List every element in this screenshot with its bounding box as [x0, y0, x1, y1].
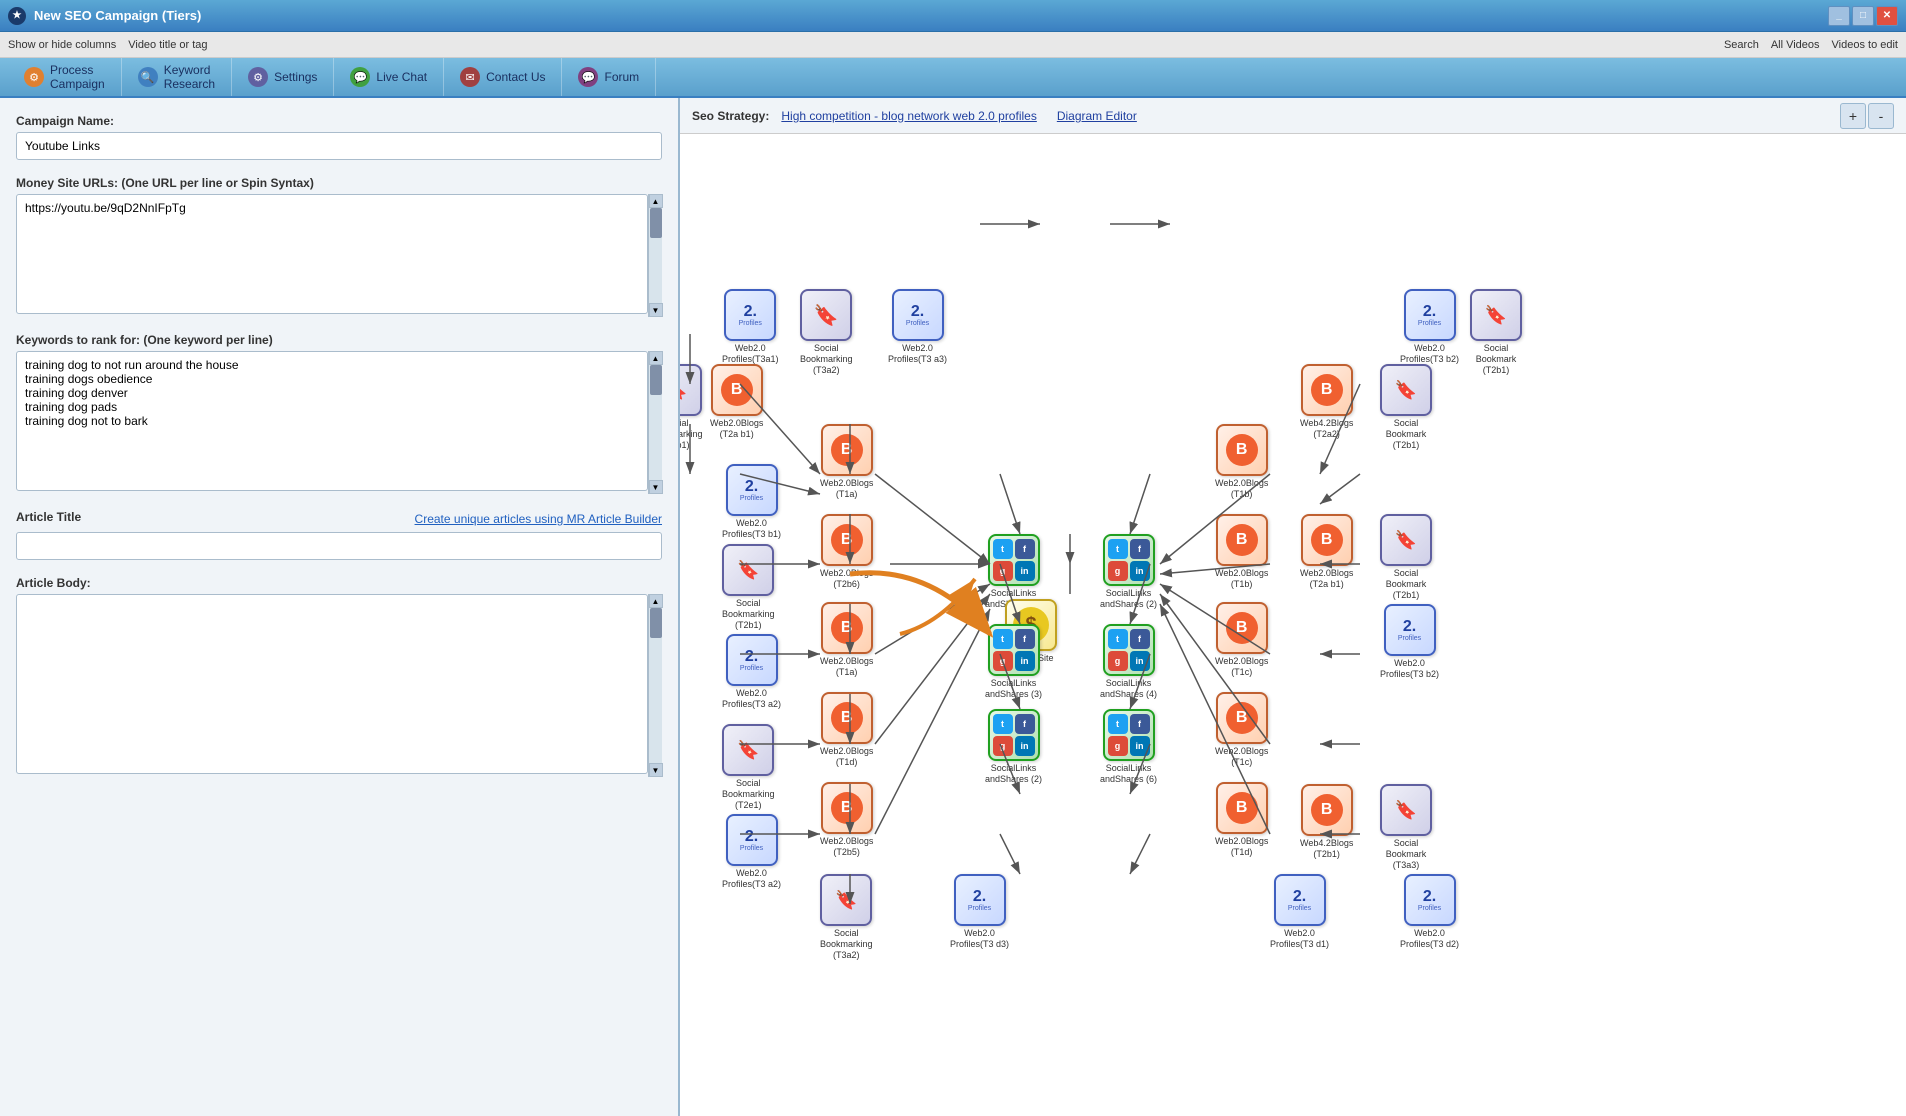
ab-scroll-up[interactable]: ▲: [649, 594, 663, 608]
money-urls-group: Money Site URLs: (One URL per line or Sp…: [16, 176, 662, 317]
nav-process[interactable]: ⚙ ProcessCampaign: [8, 58, 122, 96]
keyword-icon: 🔍: [138, 67, 158, 87]
kw-scroll-track: [649, 365, 662, 480]
nav-contact[interactable]: ✉ Contact Us: [444, 58, 562, 96]
article-body-label: Article Body:: [16, 576, 662, 590]
ab-scroll-thumb[interactable]: [650, 608, 662, 638]
mr-article-builder-link[interactable]: Create unique articles using MR Article …: [415, 512, 662, 526]
keywords-scrollbar[interactable]: ▲ ▼: [648, 351, 662, 494]
app-icon: ★: [8, 7, 26, 25]
nav-bar: ⚙ ProcessCampaign 🔍 KeywordResearch ⚙ Se…: [0, 58, 1906, 98]
campaign-name-group: Campaign Name:: [16, 114, 662, 160]
article-body-textarea[interactable]: [16, 594, 648, 774]
seo-strategy-value[interactable]: High competition - blog network web 2.0 …: [781, 109, 1036, 123]
search-text: Search: [1724, 39, 1759, 51]
forum-icon: 💬: [578, 67, 598, 87]
kw-scroll-down[interactable]: ▼: [649, 480, 663, 494]
kw-scroll-thumb[interactable]: [650, 365, 662, 395]
title-bar: ★ New SEO Campaign (Tiers) _ □ ✕: [0, 0, 1906, 32]
keywords-textarea[interactable]: training dog to not run around the house…: [16, 351, 648, 491]
video-title-text: Video title or tag: [128, 39, 207, 51]
scroll-up-arrow[interactable]: ▲: [649, 194, 663, 208]
top-toolbar: Show or hide columns Video title or tag …: [0, 32, 1906, 58]
right-panel: Seo Strategy: High competition - blog ne…: [680, 98, 1906, 1116]
videos-to-edit-text: Videos to edit: [1832, 39, 1898, 51]
main-content: Campaign Name: Money Site URLs: (One URL…: [0, 98, 1906, 1116]
seo-strategy-label: Seo Strategy:: [692, 109, 769, 123]
window-title: New SEO Campaign (Tiers): [34, 8, 1828, 23]
scroll-down-arrow[interactable]: ▼: [649, 303, 663, 317]
nav-keyword[interactable]: 🔍 KeywordResearch: [122, 58, 232, 96]
minimize-button[interactable]: _: [1828, 6, 1850, 26]
nav-forum[interactable]: 💬 Forum: [562, 58, 656, 96]
campaign-name-label: Campaign Name:: [16, 114, 662, 128]
nav-process-label: ProcessCampaign: [50, 63, 105, 91]
left-panel: Campaign Name: Money Site URLs: (One URL…: [0, 98, 680, 1116]
close-button[interactable]: ✕: [1876, 6, 1898, 26]
zoom-controls: + -: [1840, 103, 1894, 129]
nav-forum-label: Forum: [604, 70, 639, 84]
scroll-thumb[interactable]: [650, 208, 662, 238]
article-title-input[interactable]: [16, 532, 662, 560]
article-title-label: Article Title: [16, 510, 81, 524]
keywords-group: Keywords to rank for: (One keyword per l…: [16, 333, 662, 494]
money-urls-scrollbar[interactable]: ▲ ▼: [648, 194, 662, 317]
all-videos-text: All Videos: [1771, 39, 1820, 51]
show-hide-columns-text: Show or hide columns: [8, 39, 116, 51]
zoom-in-button[interactable]: +: [1840, 103, 1866, 129]
zoom-out-button[interactable]: -: [1868, 103, 1894, 129]
nav-keyword-label: KeywordResearch: [164, 63, 215, 91]
maximize-button[interactable]: □: [1852, 6, 1874, 26]
window-controls: _ □ ✕: [1828, 6, 1898, 26]
ab-scroll-down[interactable]: ▼: [649, 763, 663, 777]
keywords-container: training dog to not run around the house…: [16, 351, 662, 494]
nav-livechat[interactable]: 💬 Live Chat: [334, 58, 444, 96]
nav-settings-label: Settings: [274, 70, 317, 84]
scroll-track: [649, 208, 662, 303]
settings-icon: ⚙: [248, 67, 268, 87]
kw-scroll-up[interactable]: ▲: [649, 351, 663, 365]
ab-scroll-track: [649, 608, 662, 763]
money-urls-container: https://youtu.be/9qD2NnIFpTg ▲ ▼: [16, 194, 662, 317]
nav-contact-label: Contact Us: [486, 70, 545, 84]
article-body-container: ▲ ▼: [16, 594, 662, 777]
article-title-row: Article Title Create unique articles usi…: [16, 510, 662, 528]
article-title-group: Article Title Create unique articles usi…: [16, 510, 662, 560]
diagram-area: 2. Profiles Web2.0Profiles(T3a1) 🔖 Socia…: [680, 134, 1906, 1116]
nav-settings[interactable]: ⚙ Settings: [232, 58, 334, 96]
keywords-label: Keywords to rank for: (One keyword per l…: [16, 333, 662, 347]
contact-icon: ✉: [460, 67, 480, 87]
chat-icon: 💬: [350, 67, 370, 87]
diagram-connections-svg: [680, 134, 1906, 1116]
diagram-editor-link[interactable]: Diagram Editor: [1057, 109, 1137, 123]
money-urls-textarea[interactable]: https://youtu.be/9qD2NnIFpTg: [16, 194, 648, 314]
nav-livechat-label: Live Chat: [376, 70, 427, 84]
article-body-scrollbar[interactable]: ▲ ▼: [648, 594, 662, 777]
article-body-group: Article Body: ▲ ▼: [16, 576, 662, 777]
process-icon: ⚙: [24, 67, 44, 87]
campaign-name-input[interactable]: [16, 132, 662, 160]
money-urls-label: Money Site URLs: (One URL per line or Sp…: [16, 176, 662, 190]
diagram-toolbar: Seo Strategy: High competition - blog ne…: [680, 98, 1906, 134]
